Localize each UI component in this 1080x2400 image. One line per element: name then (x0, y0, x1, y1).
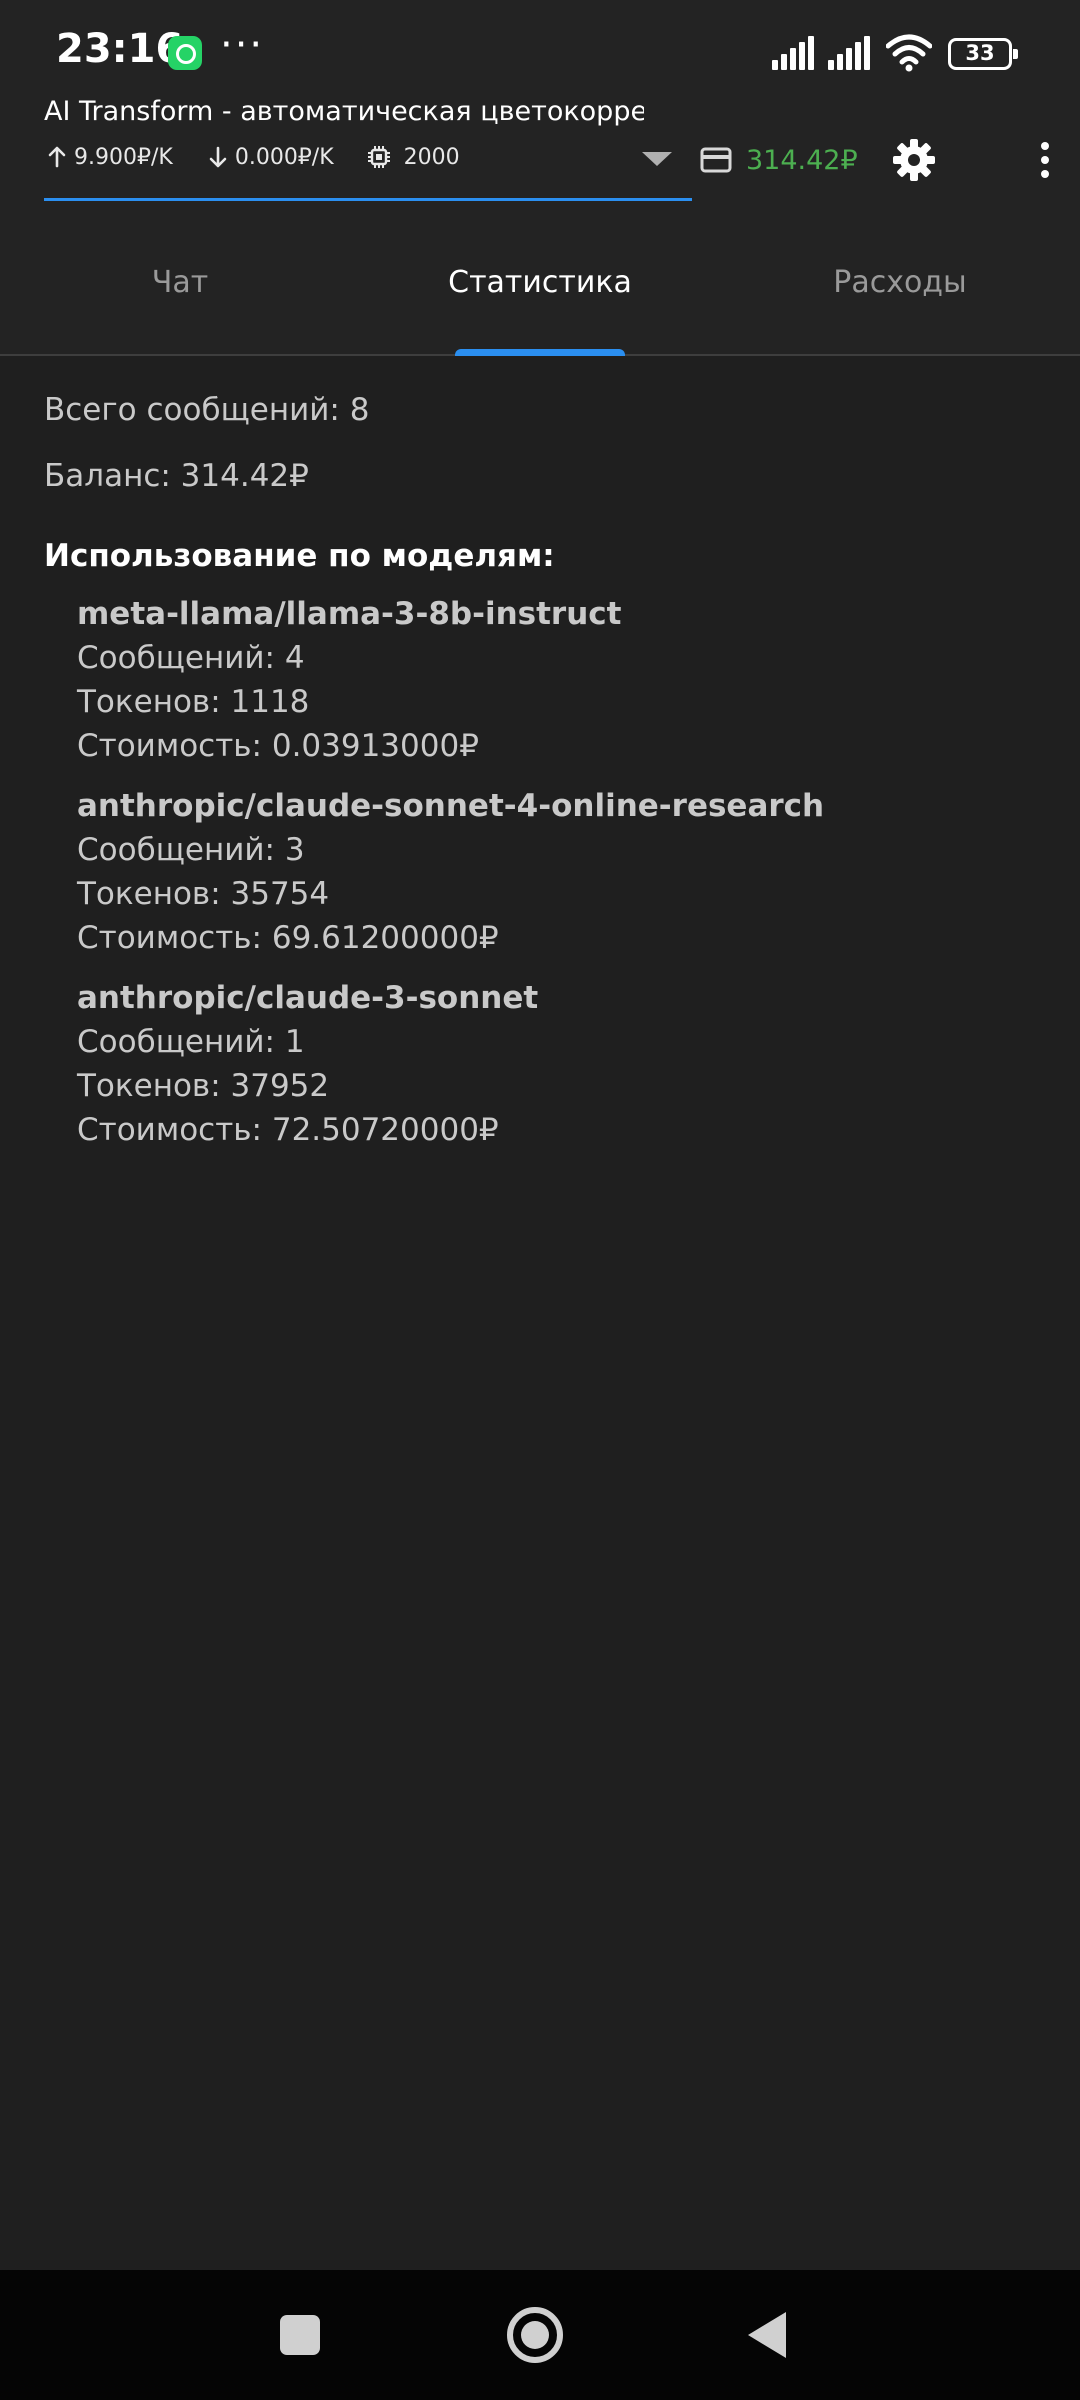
arrow-up-icon (48, 146, 66, 168)
model-usage-item: anthropic/claude-3-sonnet Сообщений: 1 Т… (77, 976, 1044, 1152)
app-toolbar: AI Transform - автоматическая цветокорре… (0, 90, 1080, 210)
model-name: meta-llama/llama-3-8b-instruct (77, 596, 622, 632)
battery-level: 33 (965, 41, 995, 65)
system-nav-bar (0, 2270, 1080, 2400)
max-tokens-value: 2000 (403, 144, 460, 170)
max-tokens: 2000 (366, 144, 460, 170)
output-price: 0.000₽/K (205, 144, 334, 170)
gear-icon[interactable] (890, 136, 938, 184)
model-name: anthropic/claude-sonnet-4-online-researc… (77, 788, 825, 824)
tab-statistics[interactable]: Статистика (360, 210, 720, 356)
model-messages: Сообщений: 4 (77, 640, 305, 676)
status-bar: 23:16 ··· 33 (0, 0, 1080, 90)
model-name: anthropic/claude-3-sonnet (77, 980, 539, 1016)
tab-bar: Чат Статистика Расходы (0, 210, 1080, 356)
whatsapp-icon (168, 36, 202, 70)
model-tokens: Токенов: 1118 (77, 684, 310, 720)
credit-card-icon (700, 147, 732, 173)
models-usage-heading: Использование по моделям: (44, 538, 555, 574)
model-cost: Стоимость: 0.03913000₽ (77, 728, 479, 764)
model-tokens: Токенов: 37952 (77, 1068, 330, 1104)
model-tokens: Токенов: 35754 (77, 876, 330, 912)
output-price-value: 0.000₽/K (234, 144, 334, 170)
chip-icon (367, 146, 390, 168)
input-price: 9.900₽/K (44, 144, 173, 170)
more-notifications-icon: ··· (220, 22, 265, 68)
total-messages: Всего сообщений: 8 (44, 392, 370, 428)
recents-icon[interactable] (280, 2315, 320, 2355)
balance-chip[interactable]: 314.42₽ (700, 140, 858, 180)
signal-icon (772, 36, 818, 70)
model-messages: Сообщений: 1 (77, 1024, 305, 1060)
wifi-icon (886, 34, 932, 72)
battery-icon: 33 (948, 38, 1018, 70)
input-price-value: 9.900₽/K (74, 144, 173, 170)
model-title[interactable]: AI Transform - автоматическая цветокорре… (44, 96, 644, 127)
chevron-down-icon[interactable] (642, 152, 672, 166)
overflow-menu-icon[interactable] (1038, 142, 1052, 182)
tab-statistics-label: Статистика (448, 264, 632, 300)
arrow-down-icon (209, 146, 227, 168)
back-icon[interactable] (748, 2312, 786, 2358)
tab-expenses[interactable]: Расходы (720, 210, 1080, 354)
model-cost: Стоимость: 72.50720000₽ (77, 1112, 499, 1148)
status-time: 23:16 (56, 26, 184, 72)
model-usage-item: meta-llama/llama-3-8b-instruct Сообщений… (77, 592, 1044, 768)
signal-icon (828, 36, 874, 70)
model-selector-underline (44, 198, 692, 201)
model-cost: Стоимость: 69.61200000₽ (77, 920, 499, 956)
model-meta-row: 9.900₽/K 0.000₽/K 2000 (44, 140, 482, 174)
tab-chat[interactable]: Чат (0, 210, 360, 354)
home-icon[interactable] (507, 2307, 563, 2363)
active-tab-indicator (455, 349, 625, 356)
balance-value: 314.42₽ (746, 144, 858, 176)
tab-expenses-label: Расходы (833, 264, 967, 300)
tab-chat-label: Чат (151, 264, 209, 300)
model-messages: Сообщений: 3 (77, 832, 305, 868)
model-usage-item: anthropic/claude-sonnet-4-online-researc… (77, 784, 1044, 960)
balance-line: Баланс: 314.42₽ (44, 458, 309, 494)
statistics-panel: Всего сообщений: 8 Баланс: 314.42₽ Испол… (44, 392, 1044, 1168)
